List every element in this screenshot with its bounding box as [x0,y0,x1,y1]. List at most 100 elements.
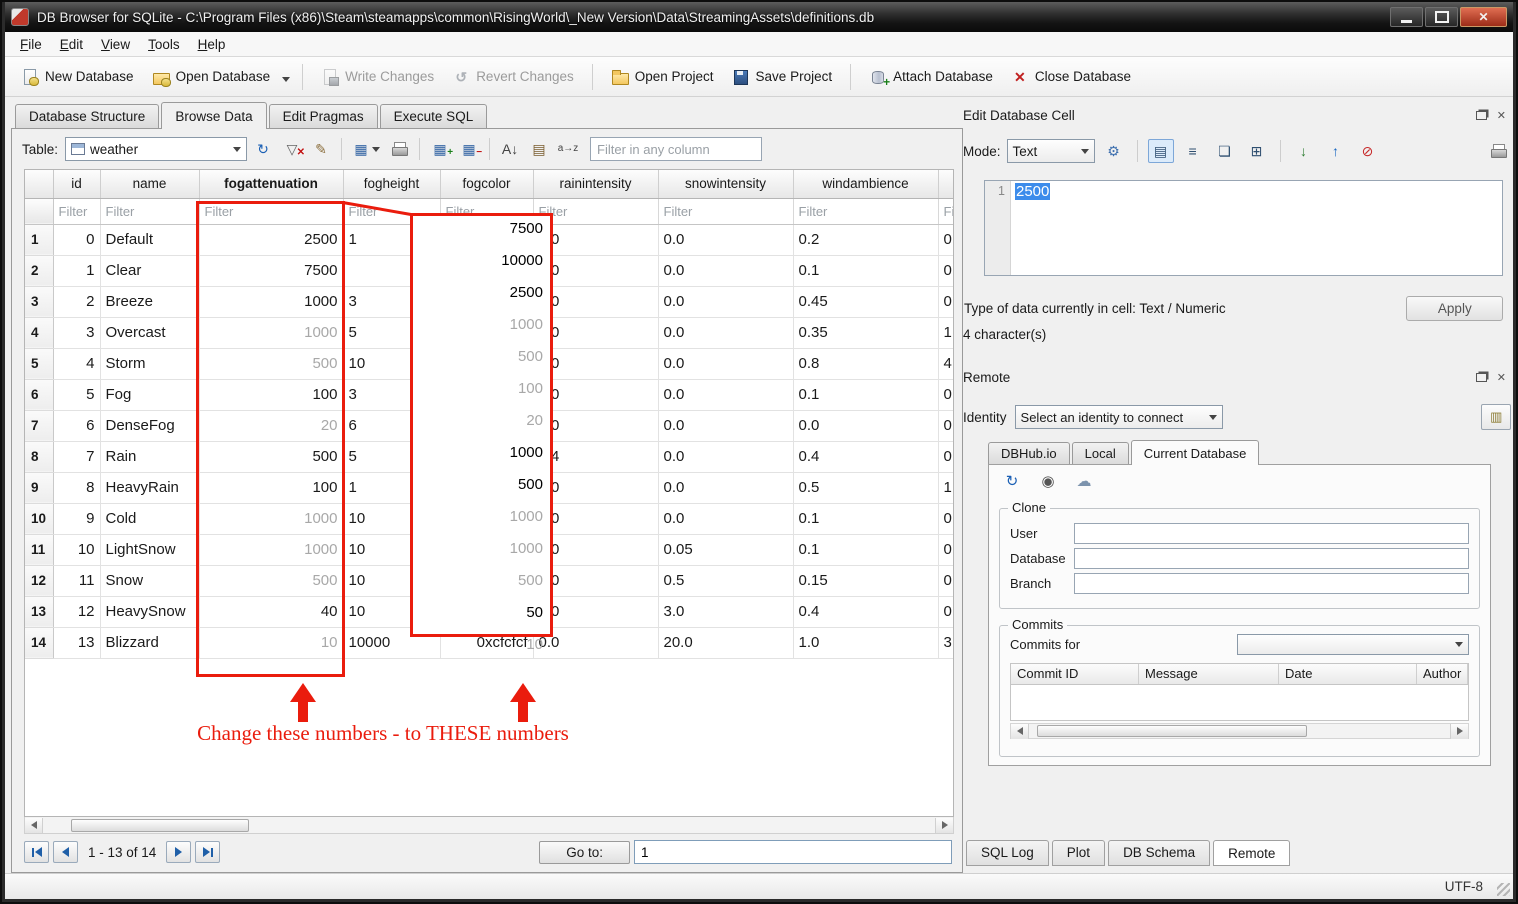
cell-windambience[interactable]: 0.1 [793,534,939,566]
filter-input-name[interactable]: Filter [100,198,200,225]
cell-rainintensity[interactable]: 0.0 [533,379,659,411]
print-button[interactable] [386,137,412,161]
filter-az-button[interactable]: a→z [555,137,581,161]
column-header-windambience[interactable]: windambience [793,170,939,199]
cell-snowintensity[interactable]: 0.0 [658,255,794,287]
table-selector[interactable]: weather [65,137,248,161]
cell-id[interactable]: 13 [53,627,101,659]
tab-execute-sql[interactable]: Execute SQL [379,104,488,129]
cell-windambience[interactable]: 0.0 [793,410,939,442]
cell-fogcolor[interactable] [440,348,534,380]
cell-id[interactable]: 0 [53,224,101,256]
commits-for-selector[interactable] [1237,634,1470,655]
cell-w[interactable]: 0.1 [938,503,953,535]
cell-fogheight[interactable]: 10000 [343,627,441,659]
cell-fogcolor[interactable] [440,286,534,318]
cell-rainintensity[interactable]: 0.0 [533,410,659,442]
commits-column-commit-id[interactable]: Commit ID [1011,664,1139,684]
globe-button[interactable]: ◉ [1035,470,1061,494]
scroll-track[interactable] [43,818,935,833]
cell-fogheight[interactable]: 10 [343,503,441,535]
cell-windambience[interactable]: 0.4 [793,596,939,628]
cell-fogheight[interactable]: 10 [343,596,441,628]
cell-rainintensity[interactable]: 0.0 [533,503,659,535]
previous-page-button[interactable] [53,841,78,863]
filter-input-fogheight[interactable]: Filter [343,198,441,225]
commits-column-author[interactable]: Author [1417,664,1469,684]
close-database-button[interactable]: ✕ Close Database [1003,63,1139,91]
row-number[interactable]: 3 [25,286,54,318]
filter-input-fogcolor[interactable]: Filter [440,198,534,225]
cell-fogattenuation[interactable]: 1000 [199,503,344,535]
cell-rainintensity[interactable]: 0.4 [533,441,659,473]
cell-rainintensity[interactable]: 0.0 [533,472,659,504]
menu-item-tools[interactable]: Tools [139,34,189,55]
row-number[interactable]: 13 [25,596,54,628]
clone-user-input[interactable] [1074,523,1470,544]
filter-input-fogattenuation[interactable]: Filter [199,198,344,225]
cell-w[interactable]: 0.8 [938,596,953,628]
push-button[interactable]: ☁ [1071,470,1097,494]
filter-any-column-input[interactable] [590,137,763,161]
cell-fogcolor[interactable] [440,317,534,349]
cell-id[interactable]: 9 [53,503,101,535]
grid-horizontal-scrollbar[interactable] [24,817,954,834]
cell-w[interactable]: 0.2 [938,255,953,287]
identity-selector[interactable]: Select an identity to connect [1014,405,1223,429]
row-number[interactable]: 11 [25,534,54,566]
dock-tab-plot[interactable]: Plot [1051,840,1106,866]
cell-name[interactable]: HeavyRain [100,472,200,504]
cell-w[interactable]: 0.1 [938,534,953,566]
cell-name[interactable]: Overcast [100,317,200,349]
cell-id[interactable]: 12 [53,596,101,628]
cell-fogattenuation[interactable]: 40 [199,596,344,628]
import-certificate-button[interactable]: ▥ [1481,404,1512,430]
cell-fogheight[interactable]: 3 [343,286,441,318]
cell-windambience[interactable]: 0.35 [793,317,939,349]
apply-button[interactable]: Apply [1406,296,1504,321]
cell-rainintensity[interactable]: 0.0 [533,317,659,349]
format-button[interactable]: ▤ [526,137,552,161]
cell-fogattenuation[interactable]: 1000 [199,286,344,318]
cell-windambience[interactable]: 0.5 [793,472,939,504]
column-header-rainintensity[interactable]: rainintensity [533,170,659,199]
first-page-button[interactable] [24,841,49,863]
cell-snowintensity[interactable]: 0.0 [658,286,794,318]
cell-name[interactable]: LightSnow [100,534,200,566]
cell-fogheight[interactable]: 5 [343,441,441,473]
editor-content[interactable]: 2500 [1011,181,1502,275]
cell-snowintensity[interactable]: 0.05 [658,534,794,566]
clear-filters-button[interactable]: ▽ ✕ [279,137,305,161]
cell-name[interactable]: Storm [100,348,200,380]
column-header-snowintensity[interactable]: snowintensity [658,170,794,199]
text-mode-button[interactable]: ▤ [1147,139,1174,163]
mode-selector[interactable]: Text [1006,139,1095,163]
cell-snowintensity[interactable]: 0.0 [658,410,794,442]
cell-id[interactable]: 5 [53,379,101,411]
cell-name[interactable]: Cold [100,503,200,535]
menu-item-edit[interactable]: Edit [51,34,92,55]
cell-id[interactable]: 3 [53,317,101,349]
cell-windambience[interactable]: 0.45 [793,286,939,318]
cell-snowintensity[interactable]: 0.0 [658,348,794,380]
cell-w[interactable]: 0.3 [938,224,953,256]
cell-snowintensity[interactable]: 3.0 [658,596,794,628]
cell-w[interactable]: 0.2 [938,379,953,411]
cell-fogcolor[interactable]: 0xcfcfcf [440,627,534,659]
cell-rainintensity[interactable]: 0.0 [533,596,659,628]
row-number[interactable]: 14 [25,627,54,659]
cell-name[interactable]: HeavySnow [100,596,200,628]
cell-fogheight[interactable] [343,255,441,287]
cell-fogcolor[interactable] [440,596,534,628]
cell-fogattenuation[interactable]: 100 [199,379,344,411]
row-number[interactable]: 6 [25,379,54,411]
cell-fogattenuation[interactable]: 2500 [199,224,344,256]
commits-column-date[interactable]: Date [1279,664,1417,684]
float-panel-icon[interactable] [1471,369,1491,385]
word-wrap-button[interactable]: ≡ [1180,139,1206,163]
maximize-button[interactable] [1425,7,1458,27]
cell-snowintensity[interactable]: 0.0 [658,472,794,504]
refresh-button[interactable]: ↻ [999,470,1025,494]
close-button[interactable] [1460,7,1507,27]
cell-fogheight[interactable]: 6 [343,410,441,442]
